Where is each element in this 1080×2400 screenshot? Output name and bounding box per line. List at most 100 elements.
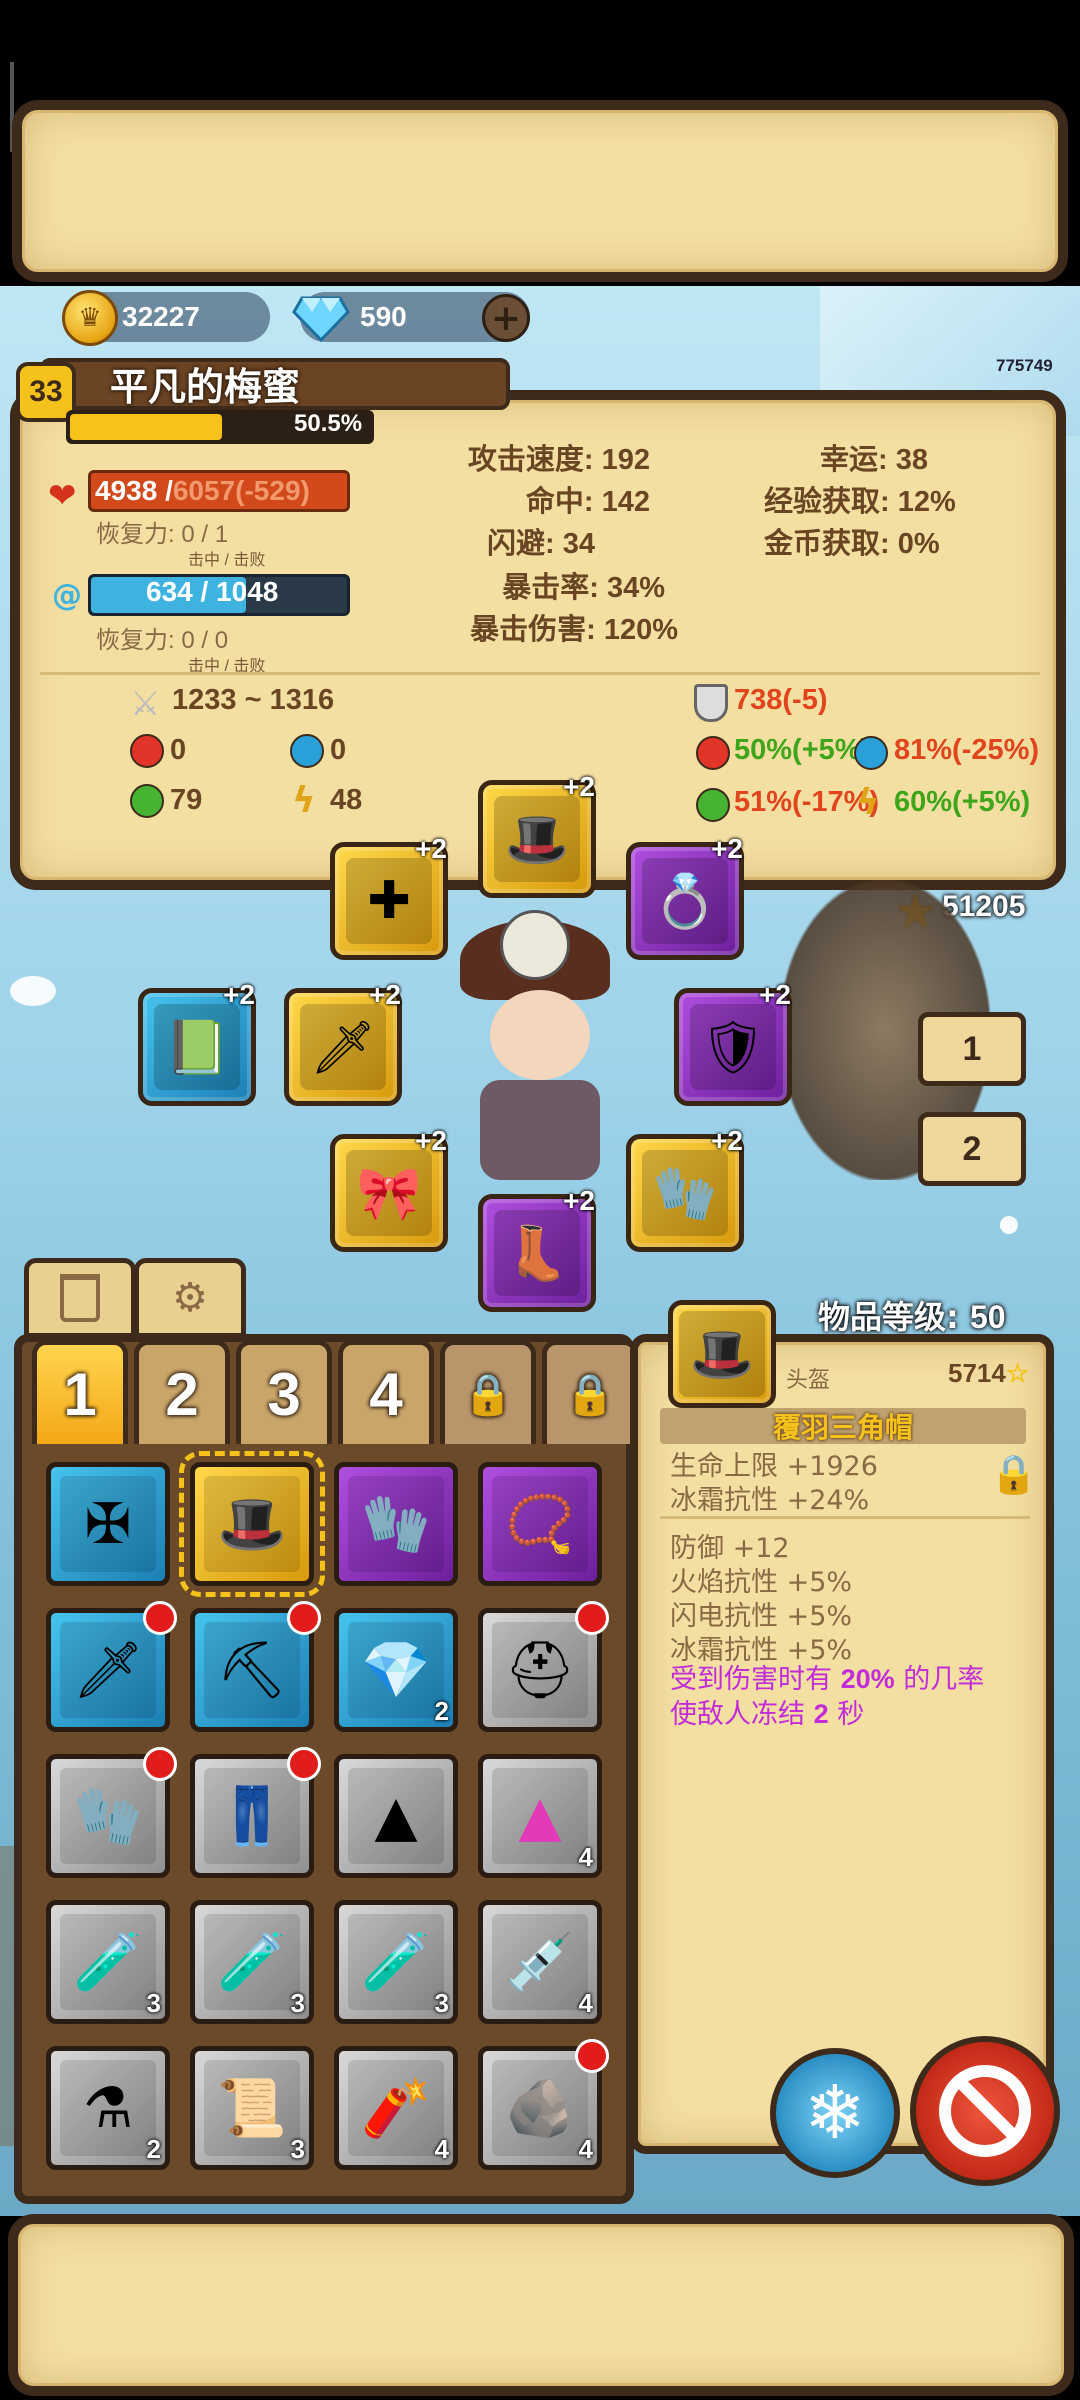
inventory-tab-2[interactable]: 2 xyxy=(134,1340,230,1444)
diamond-icon xyxy=(292,296,350,342)
lightning-icon: ϟ xyxy=(292,780,316,821)
inventory-tab-3[interactable]: 3 xyxy=(236,1340,332,1444)
fire-res-icon xyxy=(696,736,730,770)
inventory-item[interactable]: 💉 4 xyxy=(478,1900,602,2024)
inventory-item[interactable]: 🧪 3 xyxy=(334,1900,458,2024)
equip-offhand[interactable]: 📗 +2 xyxy=(138,979,256,1106)
trash-gear-icon: ⚙ xyxy=(172,1275,208,1321)
lock-icon: 🔒 xyxy=(565,1373,615,1417)
fire-resistance: 50%(+5%) xyxy=(734,734,871,766)
ice-icon xyxy=(290,734,324,768)
inventory-item-selected[interactable]: 🎩 xyxy=(179,1451,325,1597)
detail-divider xyxy=(660,1516,1030,1519)
attack-range: 1233 ~ 1316 xyxy=(172,684,335,716)
equip-helmet[interactable]: 🎩 +2 xyxy=(478,771,596,898)
inventory-item[interactable]: ▲ xyxy=(334,1754,458,1878)
mp-regen: 恢复力: 0 / 0 xyxy=(96,620,228,655)
detail-item-icon: 🎩 xyxy=(668,1300,776,1408)
armor-icon: 🛡 xyxy=(690,1004,776,1090)
top-banner xyxy=(12,100,1068,282)
inventory-item[interactable]: ✠ xyxy=(46,1462,170,1586)
equip-gloves[interactable]: 🧤 +2 xyxy=(626,1125,744,1252)
loadout-button-1[interactable]: 1 xyxy=(918,1012,1026,1086)
forbidden-icon xyxy=(939,2065,1031,2157)
new-badge xyxy=(143,1601,177,1635)
hp-max: 6057(-529) xyxy=(172,475,310,506)
poison-icon xyxy=(130,784,164,818)
gem-icon: 💎 xyxy=(348,1622,444,1718)
lightning-resistance: 60%(+5%) xyxy=(894,786,1031,818)
hat-icon: 🎩 xyxy=(494,796,580,882)
gold-coin-icon: ♛ xyxy=(62,290,118,346)
detail-name-bar: 覆羽三角帽 xyxy=(660,1408,1026,1444)
equip-weapon[interactable]: 🗡 +2 xyxy=(284,979,402,1106)
mp-text: 634 / 1048 xyxy=(146,576,279,607)
belt-icon: 🎀 xyxy=(346,1150,432,1236)
inventory-tab-locked-6[interactable]: 🔒 xyxy=(542,1340,638,1444)
heart-icon: ❤ xyxy=(48,476,77,516)
dynamite-icon: 🧨 xyxy=(348,2060,444,2156)
auto-sell-button[interactable]: ⚙ xyxy=(134,1258,246,1338)
inventory-tab-4[interactable]: 4 xyxy=(338,1340,434,1444)
armor-value: 738(-5) xyxy=(734,684,828,716)
inventory-item[interactable]: 🧪 3 xyxy=(46,1900,170,2024)
equip-amulet[interactable]: ✚ +2 xyxy=(330,833,448,960)
new-badge xyxy=(287,1601,321,1635)
discard-button[interactable] xyxy=(910,2036,1060,2186)
exp-bar-fill xyxy=(70,414,222,440)
inventory-item[interactable]: 🧤 xyxy=(46,1747,177,1878)
new-badge xyxy=(575,1601,609,1635)
detail-base-stat: 冰霜抗性 +24% xyxy=(670,1485,870,1516)
inventory-item[interactable]: 📿 xyxy=(478,1462,602,1586)
add-currency-button[interactable]: + xyxy=(482,294,530,342)
inventory-tab-1[interactable]: 1 xyxy=(32,1340,128,1444)
inventory-item[interactable]: ▲ 4 xyxy=(478,1754,602,1878)
equip-boots[interactable]: 👢 +2 xyxy=(478,1185,596,1312)
inventory-item[interactable]: 🧤 xyxy=(334,1462,458,1586)
equip-ring[interactable]: 💍 +2 xyxy=(626,833,744,960)
helmet-icon: ⛑ xyxy=(492,1622,588,1718)
lightning-damage: 48 xyxy=(330,784,363,816)
detail-special: 受到伤害时有 20% 的几率使敌人冻结 2 秒 xyxy=(670,1664,985,1730)
inventory-item[interactable]: 👖 xyxy=(190,1747,321,1878)
trash-icon xyxy=(60,1274,100,1322)
dagger-icon: 🗡 xyxy=(300,1004,386,1090)
lightning-res-icon: ϟ xyxy=(856,782,880,823)
inventory-item[interactable]: 💎 2 xyxy=(334,1608,458,1732)
inventory-item[interactable]: ⛑ xyxy=(478,1601,609,1732)
detail-item-type: 头盔 xyxy=(786,1368,831,1393)
scroll-icon: 📜 xyxy=(204,2060,300,2156)
hp-regen-label: 恢复力: xyxy=(96,521,182,548)
stat-luck: 幸运: 38 xyxy=(820,444,928,476)
stat-attack-speed: 攻击速度: 192 xyxy=(467,444,650,476)
new-badge xyxy=(575,2039,609,2073)
lock-icon: 🔒 xyxy=(463,1373,513,1417)
player-name: 平凡的梅蜜 xyxy=(110,365,301,409)
inventory-item[interactable]: 🧨 4 xyxy=(334,2046,458,2170)
divider xyxy=(40,672,1040,675)
mana-icon: @ xyxy=(52,578,82,613)
salvage-button[interactable]: ❄ xyxy=(770,2048,900,2178)
inventory-tab-locked-5[interactable]: 🔒 xyxy=(440,1340,536,1444)
lock-icon[interactable]: 🔒 xyxy=(990,1452,1037,1497)
inventory-item[interactable]: ⚗ 2 xyxy=(46,2046,170,2170)
ice-damage: 0 xyxy=(330,734,347,766)
inventory-item[interactable]: 🧪 3 xyxy=(190,1900,314,2024)
equip-belt[interactable]: 🎀 +2 xyxy=(330,1125,448,1252)
detail-item-score: 5714☆ xyxy=(948,1358,1029,1389)
inventory-item[interactable]: 📜 3 xyxy=(190,2046,314,2170)
pink-powder-icon: ▲ xyxy=(492,1768,588,1864)
equip-armor[interactable]: 🛡 +2 xyxy=(674,979,792,1106)
inventory-item[interactable]: 🗡 xyxy=(46,1601,177,1732)
ore-icon: 🪨 xyxy=(492,2060,588,2156)
necklace-icon: 📿 xyxy=(492,1476,588,1572)
new-badge xyxy=(287,1747,321,1781)
hp-regen-sub: 击中 / 击败 xyxy=(188,552,266,569)
inventory-item[interactable]: ⛏ xyxy=(190,1601,321,1732)
cross-amulet-icon: ✠ xyxy=(60,1476,156,1572)
trash-button[interactable] xyxy=(24,1258,136,1338)
loadout-button-2[interactable]: 2 xyxy=(918,1112,1026,1186)
inventory-item[interactable]: 🪨 4 xyxy=(478,2039,609,2170)
item-level: 物品等级: 50 xyxy=(818,1292,1006,1338)
stat-crit-rate: 暴击率: 34% xyxy=(502,572,665,604)
